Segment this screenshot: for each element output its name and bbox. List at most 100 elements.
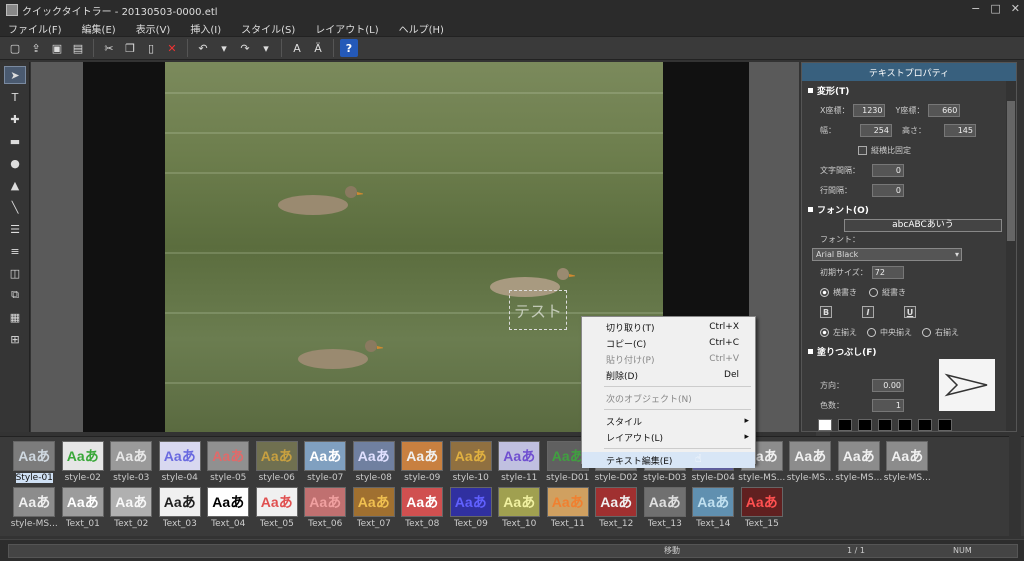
style-item[interactable]: Aaあ Style-01 (10, 441, 59, 483)
style-item[interactable]: Aaあ Text_04 (204, 487, 253, 529)
color-count-input[interactable]: 1 (872, 398, 904, 412)
style-item[interactable]: Aaあ style-04 (156, 441, 205, 483)
menu-item-style[interactable]: スタイル ▸ (582, 413, 755, 429)
menu-insert[interactable]: 挿入(I) (190, 21, 221, 36)
underline-button[interactable]: U (904, 306, 916, 318)
aspect-checkbox[interactable] (858, 145, 867, 155)
x-input[interactable]: 1230 (853, 103, 886, 117)
font-section[interactable]: フォント(O) (802, 200, 1016, 219)
style-item[interactable]: Aaあ style-08 (350, 441, 399, 483)
style-item[interactable]: Aaあ style-MS... (786, 441, 835, 483)
color-swatch[interactable] (938, 419, 952, 431)
distribute-icon[interactable]: ≡ (4, 242, 26, 260)
redo-icon[interactable]: ↷ (236, 39, 254, 57)
style-item[interactable]: Aaあ style-05 (204, 441, 253, 483)
transform-section[interactable]: 変形(T) (802, 81, 1016, 100)
style-item[interactable]: Aaあ Text_13 (641, 487, 690, 529)
style-item[interactable]: Aaあ Text_09 (447, 487, 496, 529)
style-item[interactable]: Aaあ style-MS... (883, 441, 932, 483)
height-input[interactable]: 145 (944, 123, 976, 137)
menu-view[interactable]: 表示(V) (136, 21, 171, 36)
vertical-radio[interactable] (869, 287, 878, 297)
bold-button[interactable]: B (820, 306, 832, 318)
style-gallery-scrollbar[interactable] (1009, 436, 1021, 536)
style-item[interactable]: Aaあ Text_05 (253, 487, 302, 529)
style-item[interactable]: Aaあ Text_06 (301, 487, 350, 529)
color-swatch[interactable] (818, 419, 832, 431)
color-swatch[interactable] (858, 419, 872, 431)
style-item[interactable]: Aaあ style-03 (107, 441, 156, 483)
gradient-direction-preview[interactable] (939, 359, 995, 411)
copy-icon[interactable]: ❐ (121, 39, 139, 57)
line-spacing-input[interactable]: 0 (872, 183, 904, 197)
delete-icon[interactable]: ✕ (163, 39, 181, 57)
ellipse-icon[interactable]: ● (4, 154, 26, 172)
cut-icon[interactable]: ✂ (100, 39, 118, 57)
menu-item-paste[interactable]: 貼り付け(P) Ctrl+V (582, 351, 755, 367)
select-arrow-icon[interactable]: ➤ (4, 66, 26, 84)
maximize-button[interactable]: □ (990, 2, 1000, 15)
style-item[interactable]: Aaあ Text_07 (350, 487, 399, 529)
char-spacing-input[interactable]: 0 (872, 163, 904, 177)
italic-button[interactable]: I (862, 306, 874, 318)
color-swatch[interactable] (838, 419, 852, 431)
rectangle-icon[interactable]: ▬ (4, 132, 26, 150)
menu-file[interactable]: ファイル(F) (8, 21, 62, 36)
redo-dropdown-icon[interactable]: ▾ (257, 39, 275, 57)
menu-style[interactable]: スタイル(S) (241, 21, 295, 36)
new-icon[interactable]: ▢ (6, 39, 24, 57)
font-icon[interactable]: Ä (309, 39, 327, 57)
text-tool-icon[interactable]: T (4, 88, 26, 106)
style-item[interactable]: Aaあ Text_01 (59, 487, 108, 529)
layer-icon[interactable]: ◫ (4, 264, 26, 282)
crop-icon[interactable]: ✚ (4, 110, 26, 128)
grid-icon[interactable]: ▦ (4, 308, 26, 326)
style-item[interactable]: Aaあ style-MS... (835, 441, 884, 483)
menu-item-copy[interactable]: コピー(C) Ctrl+C (582, 335, 755, 351)
align-right-radio[interactable] (922, 327, 931, 337)
align-center-radio[interactable] (867, 327, 876, 337)
color-swatch[interactable] (918, 419, 932, 431)
menu-help[interactable]: ヘルプ(H) (399, 21, 444, 36)
style-item[interactable]: Aaあ style-06 (253, 441, 302, 483)
y-input[interactable]: 660 (928, 103, 961, 117)
horizontal-radio[interactable] (820, 287, 829, 297)
menu-layout[interactable]: レイアウト(L) (315, 21, 378, 36)
save-as-icon[interactable]: ▤ (69, 39, 87, 57)
save-icon[interactable]: ▣ (48, 39, 66, 57)
selected-text-object[interactable]: テスト (509, 290, 567, 330)
group-icon[interactable]: ⧉ (4, 286, 26, 304)
font-select[interactable]: Arial Black ▾ (812, 247, 962, 261)
style-item[interactable]: Aaあ Text_10 (495, 487, 544, 529)
table-icon[interactable]: ⊞ (4, 330, 26, 348)
style-item[interactable]: Aaあ Text_14 (689, 487, 738, 529)
size-input[interactable]: 72 (871, 265, 904, 279)
style-item[interactable]: Aaあ style-02 (59, 441, 108, 483)
menu-item-cut[interactable]: 切り取り(T) Ctrl+X (582, 319, 755, 335)
menu-item-delete[interactable]: 削除(D) Del (582, 367, 755, 383)
close-button[interactable]: ✕ (1011, 2, 1020, 15)
width-input[interactable]: 254 (860, 123, 892, 137)
style-item[interactable]: Aaあ style-09 (398, 441, 447, 483)
menu-item-edit-text[interactable]: テキスト編集(E) (582, 452, 755, 468)
style-item[interactable]: Aaあ style-10 (447, 441, 496, 483)
menu-edit[interactable]: 編集(E) (82, 21, 116, 36)
undo-dropdown-icon[interactable]: ▾ (215, 39, 233, 57)
minimize-button[interactable]: − (971, 2, 980, 15)
undo-icon[interactable]: ↶ (194, 39, 212, 57)
style-item[interactable]: Aaあ Text_11 (544, 487, 593, 529)
align-left-radio[interactable] (820, 327, 829, 337)
menu-item-layout[interactable]: レイアウト(L) ▸ (582, 429, 755, 445)
align-icon[interactable]: ☰ (4, 220, 26, 238)
triangle-icon[interactable]: ▲ (4, 176, 26, 194)
style-item[interactable]: Aaあ Text_12 (592, 487, 641, 529)
menu-item-next-object[interactable]: 次のオブジェクト(N) (582, 390, 755, 406)
style-item[interactable]: Aaあ Text_08 (398, 487, 447, 529)
style-item[interactable]: Aaあ Text_03 (156, 487, 205, 529)
color-swatch[interactable] (898, 419, 912, 431)
direction-input[interactable]: 0.00 (872, 378, 904, 392)
properties-scrollbar[interactable] (1006, 81, 1016, 431)
help-icon[interactable]: ? (340, 39, 358, 57)
text-effect-icon[interactable]: A (288, 39, 306, 57)
style-item[interactable]: Aaあ Text_02 (107, 487, 156, 529)
